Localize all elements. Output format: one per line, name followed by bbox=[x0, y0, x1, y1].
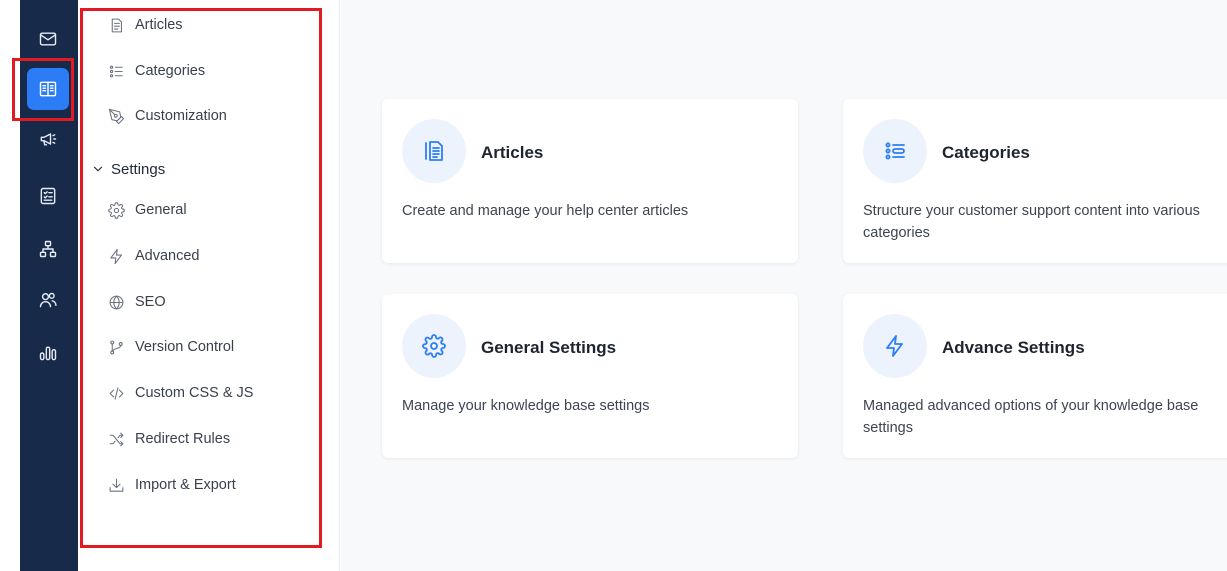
card-description: Managed advanced options of your knowled… bbox=[863, 398, 1199, 436]
sidebar-item-version-control[interactable]: Version Control bbox=[108, 335, 234, 359]
sidebar-item-label: Categories bbox=[135, 63, 206, 79]
card-icon-badge bbox=[863, 314, 927, 378]
card-title: Categories bbox=[942, 143, 1030, 162]
sidebar-item-articles[interactable]: Articles bbox=[108, 13, 183, 37]
sidebar-item-redirect-rules[interactable]: Redirect Rules bbox=[108, 427, 230, 451]
card-title: Articles bbox=[481, 143, 544, 162]
rail-tasks-button[interactable] bbox=[27, 175, 69, 217]
code-icon bbox=[109, 386, 124, 400]
sidebar-item-label: Custom CSS & JS bbox=[135, 385, 254, 401]
checklist-icon bbox=[40, 187, 56, 205]
globe-icon bbox=[109, 295, 124, 309]
sidebar-item-label: Redirect Rules bbox=[135, 431, 231, 447]
list-icon bbox=[885, 142, 905, 160]
megaphone-icon bbox=[40, 133, 57, 146]
sidebar-item-seo[interactable]: SEO bbox=[108, 290, 166, 314]
sidebar-item-label: Import & Export bbox=[135, 477, 236, 493]
sidebar-item-categories[interactable]: Categories bbox=[108, 59, 205, 83]
sitemap-icon bbox=[39, 240, 57, 258]
rail-hierarchy-button[interactable] bbox=[27, 228, 69, 270]
rail-knowledge-base-button[interactable] bbox=[27, 68, 69, 110]
download-icon bbox=[109, 478, 124, 492]
gear-icon bbox=[422, 334, 446, 358]
document-lines-icon bbox=[425, 141, 443, 161]
chevron-down-icon bbox=[93, 166, 103, 172]
card-icon-badge bbox=[402, 314, 466, 378]
document-icon bbox=[111, 18, 122, 32]
icon-rail bbox=[20, 0, 78, 571]
sidebar-item-general[interactable]: General bbox=[108, 198, 187, 222]
card-description: Create and manage your help center artic… bbox=[402, 203, 689, 219]
card-title: General Settings bbox=[481, 338, 617, 357]
git-branch-icon bbox=[110, 340, 123, 354]
categories-card[interactable]: Categories Structure your customer suppo… bbox=[843, 99, 1227, 263]
articles-card[interactable]: Articles Create and manage your help cen… bbox=[382, 99, 798, 263]
card-icon-badge bbox=[863, 119, 927, 183]
book-icon bbox=[39, 81, 57, 97]
list-icon bbox=[109, 65, 123, 77]
card-description: Manage your knowledge base settings bbox=[402, 398, 650, 414]
sidebar-item-label: Articles bbox=[135, 17, 183, 33]
card-icon-badge bbox=[402, 119, 466, 183]
settings-section-toggle[interactable]: Settings bbox=[91, 157, 165, 181]
general-settings-card[interactable]: General Settings Manage your knowledge b… bbox=[382, 294, 798, 458]
sidebar-item-label: SEO bbox=[135, 294, 166, 310]
card-title: Advance Settings bbox=[942, 338, 1085, 357]
sidebar-item-label: Customization bbox=[135, 108, 227, 124]
sidebar-item-advanced[interactable]: Advanced bbox=[108, 244, 200, 268]
rail-announcements-button[interactable] bbox=[27, 118, 69, 160]
pen-tool-icon bbox=[108, 108, 125, 124]
main-content: Articles Create and manage your help cen… bbox=[341, 0, 1227, 571]
sidebar-item-custom-css-js[interactable]: Custom CSS & JS bbox=[108, 381, 253, 405]
card-description: Structure your customer support content … bbox=[863, 203, 1200, 241]
bar-chart-icon bbox=[39, 346, 57, 361]
shuffle-icon bbox=[109, 432, 124, 446]
gear-icon bbox=[108, 201, 125, 219]
knowledge-base-sidebar: Articles Categories Customization Settin… bbox=[78, 0, 340, 571]
app-window: Articles Categories Customization Settin… bbox=[0, 0, 1227, 571]
advance-settings-card[interactable]: Advance Settings Managed advanced option… bbox=[843, 294, 1227, 458]
users-icon bbox=[39, 292, 57, 308]
rail-analytics-button[interactable] bbox=[27, 332, 69, 374]
sidebar-item-label: Advanced bbox=[135, 248, 200, 264]
settings-section-label: Settings bbox=[111, 160, 166, 178]
rail-users-button[interactable] bbox=[27, 279, 69, 321]
rail-mail-button[interactable] bbox=[27, 18, 69, 60]
sidebar-item-import-export[interactable]: Import & Export bbox=[108, 473, 236, 497]
sidebar-item-customization[interactable]: Customization bbox=[108, 104, 227, 128]
lightning-icon bbox=[110, 248, 122, 264]
sidebar-item-label: Version Control bbox=[135, 339, 235, 355]
mail-icon bbox=[39, 32, 57, 46]
lightning-icon bbox=[886, 335, 903, 357]
sidebar-item-label: General bbox=[135, 202, 187, 218]
